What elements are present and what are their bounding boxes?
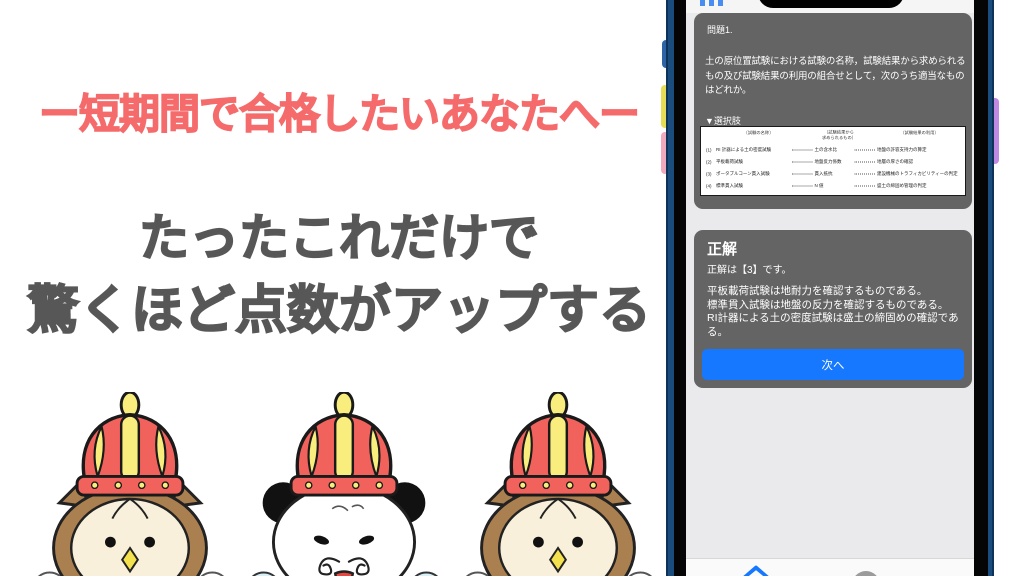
choices-table-header: 〔試験の名称〕 〔試験結果から 求められるもの〕 〔試験結果の利用〕 — [743, 129, 939, 141]
choice-row: (3) ポータブルコーン貫入試験 貫入抵抗 建設機械のトラフィカビリティーの判定 — [706, 171, 958, 177]
explanation-line: 標準貫入試験は地盤の反力を確認するものである。 — [707, 298, 949, 311]
choice-row: (1) RI 計器による土の密度試験 土の含水比 地盤の許容支持力の算定 — [706, 147, 927, 153]
panda-king-mascot — [246, 392, 442, 576]
hero-line2: 驚くほど点数がアップする — [26, 281, 652, 341]
mascot-row — [32, 392, 656, 576]
choice-row: (4) 標準貫入試験 N 値 盛土の締固め管理の判定 — [706, 183, 927, 189]
answer-explanation: 平板載荷試験は地耐力を確認するものである。 標準貫入試験は地盤の反力を確認するも… — [707, 285, 963, 340]
answer-panel: 正解 正解は【3】です。 平板載荷試験は地耐力を確認するものである。 標準貫入試… — [694, 230, 972, 388]
status-time-fragment — [700, 0, 724, 6]
circle-tab-icon[interactable] — [852, 571, 880, 576]
choice-row: (2) 平板載荷試験 地盤反力係数 地層の厚さの確認 — [706, 159, 914, 165]
question-body: 土の原位置試験における試験の名称，試験結果から求められるもの及び試験結果の利用の… — [705, 56, 966, 97]
promo-canvas: ー短期間で合格したいあなたへー たったこれだけで 驚くほど点数がアップする 問題… — [0, 0, 1024, 576]
hero-line1: たったこれだけで — [138, 209, 540, 267]
status-bar — [686, 0, 974, 13]
explanation-line: RI計器による土の密度試験は盛土の締固めの確認である。 — [707, 312, 959, 338]
explanation-line: 平板載荷試験は地耐力を確認するものである。 — [707, 285, 928, 297]
owl-king-mascot — [32, 392, 228, 576]
phone-notch — [758, 0, 904, 8]
question-panel: 問題1. 土の原位置試験における試験の名称，試験結果から求められるもの及び試験結… — [694, 13, 972, 209]
question-number: 問題1. — [707, 25, 733, 35]
tab-bar — [686, 558, 974, 576]
phone-screen: 問題1. 土の原位置試験における試験の名称，試験結果から求められるもの及び試験結… — [686, 0, 974, 576]
home-icon[interactable] — [738, 563, 774, 576]
answer-subtitle: 正解は【3】です。 — [707, 265, 792, 276]
choices-table: 〔試験の名称〕 〔試験結果から 求められるもの〕 〔試験結果の利用〕 (1) R… — [700, 126, 966, 196]
next-button[interactable]: 次へ — [702, 349, 964, 380]
answer-title: 正解 — [707, 241, 738, 258]
hero-headline: ー短期間で合格したいあなたへー — [38, 90, 640, 137]
owl-king-mascot — [460, 392, 656, 576]
